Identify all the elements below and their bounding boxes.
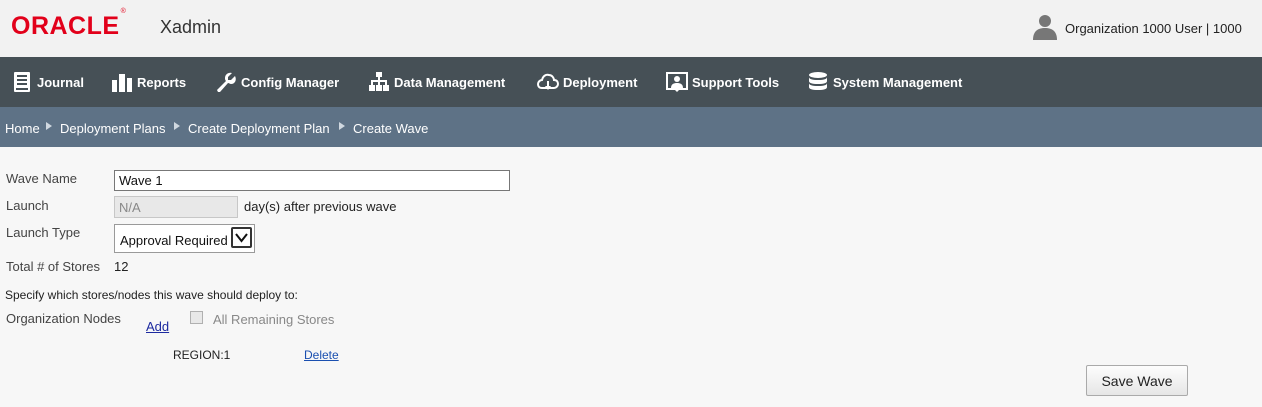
launch-days-input: [114, 196, 238, 218]
total-stores-value: 12: [114, 259, 129, 274]
nav-label: Journal: [37, 74, 84, 90]
nav-label: Reports: [137, 74, 187, 90]
nav-label: System Management: [833, 74, 963, 90]
hierarchy-icon: [369, 72, 389, 91]
nav-item-reports[interactable]: Reports: [111, 57, 186, 107]
nav-item-system-management[interactable]: System Management: [807, 57, 962, 107]
nav-item-data-management[interactable]: Data Management: [368, 57, 505, 107]
wave-name-input[interactable]: [114, 170, 510, 191]
trademark-mark: ®: [120, 7, 127, 15]
launch-label: Launch: [6, 198, 49, 213]
nav-item-config-manager[interactable]: Config Manager: [215, 57, 339, 107]
instructions-text: Specify which stores/nodes this wave sho…: [5, 288, 298, 302]
header-bar: ORACLE® Xadmin Organization 1000 User | …: [0, 0, 1262, 57]
nav-label: Data Management: [394, 74, 506, 90]
add-node-link[interactable]: Add: [146, 319, 169, 334]
wave-name-label: Wave Name: [6, 171, 78, 186]
breadcrumb-current: Create Wave: [353, 121, 429, 136]
user-icon[interactable]: [1032, 14, 1058, 40]
nav-item-journal[interactable]: Journal: [11, 57, 84, 107]
chevron-down-icon[interactable]: [231, 227, 252, 248]
total-stores-label: Total # of Stores: [6, 259, 100, 274]
support-icon: [666, 72, 688, 92]
nav-label: Support Tools: [692, 74, 780, 90]
breadcrumb-separator-icon: [339, 122, 345, 130]
breadcrumb-separator-icon: [46, 122, 52, 130]
save-wave-button[interactable]: Save Wave: [1086, 365, 1188, 396]
main-nav: Journal Reports Config Manager Data Mana…: [0, 57, 1262, 107]
nav-item-support-tools[interactable]: Support Tools: [666, 57, 779, 107]
reports-icon: [112, 74, 132, 92]
user-label[interactable]: Organization 1000 User | 1000: [1065, 21, 1242, 36]
org-nodes-label: Organization Nodes: [6, 311, 121, 326]
nav-item-deployment[interactable]: Deployment: [537, 57, 637, 107]
node-name: REGION:1: [173, 348, 231, 362]
launch-type-value: Approval Required: [120, 233, 228, 248]
all-remaining-stores-label: All Remaining Stores: [213, 312, 335, 327]
breadcrumb-home[interactable]: Home: [5, 121, 40, 136]
oracle-logo[interactable]: ORACLE®: [11, 8, 126, 41]
breadcrumb: Home Deployment Plans Create Deployment …: [0, 107, 1262, 147]
breadcrumb-deployment-plans[interactable]: Deployment Plans: [60, 121, 166, 136]
launch-type-label: Launch Type: [6, 225, 81, 240]
all-remaining-stores-checkbox: [190, 311, 203, 324]
app-title: Xadmin: [160, 17, 222, 37]
wrench-icon: [217, 72, 236, 92]
breadcrumb-create-deployment-plan[interactable]: Create Deployment Plan: [188, 121, 330, 136]
nav-label: Config Manager: [241, 74, 340, 90]
journal-icon: [14, 72, 30, 92]
nav-label: Deployment: [563, 74, 638, 90]
launch-type-select[interactable]: Approval Required: [114, 224, 255, 253]
delete-node-link[interactable]: Delete: [304, 348, 339, 362]
database-icon: [809, 72, 827, 90]
brand-text: ORACLE: [11, 12, 120, 40]
launch-suffix-text: day(s) after previous wave: [244, 199, 397, 214]
breadcrumb-separator-icon: [174, 122, 180, 130]
cloud-download-icon: [537, 73, 559, 90]
